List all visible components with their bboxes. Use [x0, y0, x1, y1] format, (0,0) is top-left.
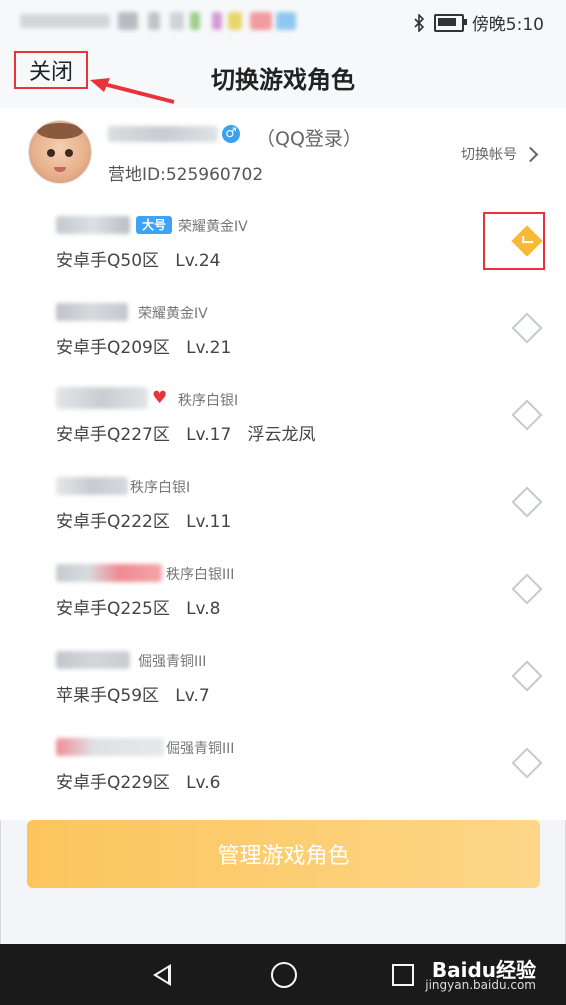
select-diamond-icon[interactable]	[511, 399, 543, 431]
role-name-blurred	[56, 303, 128, 321]
role-server: 安卓手Q225区 Lv.8	[56, 599, 221, 619]
system-nav-bar: Baidu经验 jingyan.baidu.com	[0, 944, 566, 1005]
notification-icon	[212, 12, 222, 30]
role-rank: 荣耀黄金IV	[138, 306, 208, 322]
page-title: 切换游戏角色	[211, 66, 355, 94]
role-name-blurred	[56, 216, 130, 234]
select-diamond-icon[interactable]	[511, 312, 543, 344]
role-name-blurred	[56, 477, 128, 495]
notification-icon	[276, 12, 296, 30]
annotation-highlight-box	[483, 212, 545, 270]
battery-icon	[433, 13, 467, 32]
role-item[interactable]: 秩序白银III 安卓手Q225区 Lv.8	[0, 546, 566, 633]
back-icon[interactable]	[153, 964, 171, 986]
header: 关闭 切换游戏角色	[0, 44, 566, 108]
status-time: 傍晚5:10	[471, 15, 544, 35]
role-rank: 秩序白银I	[130, 480, 191, 496]
notification-icon	[170, 12, 184, 30]
notification-icon	[118, 12, 138, 30]
select-diamond-icon[interactable]	[511, 573, 543, 605]
role-list: 大号 荣耀黄金IV 安卓手Q50区 Lv.24 荣耀黄金IV 安卓手Q209区 …	[0, 198, 566, 820]
select-diamond-icon[interactable]	[511, 660, 543, 692]
role-item[interactable]: 大号 荣耀黄金IV 安卓手Q50区 Lv.24	[0, 198, 566, 285]
account-name-blurred	[108, 126, 218, 142]
login-type: （QQ登录）	[256, 128, 362, 150]
select-diamond-icon[interactable]	[511, 486, 543, 518]
role-rank: 秩序白银I	[178, 393, 239, 409]
camp-id: 营地ID:525960702	[108, 165, 264, 185]
role-rank: 倔强青铜III	[166, 741, 235, 757]
role-server: 苹果手Q59区 Lv.7	[56, 686, 210, 706]
annotation-arrow-close	[90, 78, 175, 104]
chevron-right-icon	[522, 146, 539, 162]
notification-icon	[148, 12, 160, 30]
role-item[interactable]: 秩序白银I 安卓手Q222区 Lv.11	[0, 459, 566, 546]
role-name-blurred	[56, 387, 148, 409]
notification-icon	[190, 12, 200, 30]
bluetooth-icon	[414, 13, 424, 32]
notification-icon	[250, 12, 272, 30]
male-gender-icon: ♂	[222, 125, 240, 143]
main-account-tag: 大号	[136, 216, 172, 234]
heart-icon: ♥	[152, 388, 168, 408]
role-rank: 倔强青铜III	[138, 654, 207, 670]
watermark-url: jingyan.baidu.com	[425, 978, 536, 992]
recent-apps-icon[interactable]	[392, 964, 414, 986]
status-right: 傍晚5:10	[412, 10, 544, 35]
role-server: 安卓手Q229区 Lv.6	[56, 773, 221, 793]
role-item[interactable]: 倔强青铜III 安卓手Q229区 Lv.6	[0, 720, 566, 807]
role-name-blurred	[56, 738, 164, 756]
switch-account-label: 切换帐号	[461, 147, 517, 163]
role-item[interactable]: 荣耀黄金IV 安卓手Q209区 Lv.21	[0, 285, 566, 372]
select-diamond-icon[interactable]	[511, 747, 543, 779]
role-item[interactable]: 倔强青铜III 苹果手Q59区 Lv.7	[0, 633, 566, 720]
role-name-blurred	[56, 651, 130, 669]
notification-icon	[228, 12, 242, 30]
role-server: 安卓手Q209区 Lv.21	[56, 338, 232, 358]
role-server: 安卓手Q50区 Lv.24	[56, 251, 221, 271]
home-icon[interactable]	[271, 962, 297, 988]
status-bar: 傍晚5:10	[0, 0, 566, 44]
notification-icons-blur	[20, 14, 110, 28]
role-item[interactable]: ♥ 秩序白银I 安卓手Q227区 Lv.17 浮云龙凤	[0, 372, 566, 459]
role-server: 安卓手Q222区 Lv.11	[56, 512, 232, 532]
role-rank: 秩序白银III	[166, 567, 235, 583]
switch-account-button[interactable]: 切换帐号	[461, 144, 539, 164]
manage-roles-button[interactable]: 管理游戏角色	[27, 820, 540, 888]
role-name-blurred	[56, 564, 162, 582]
role-rank: 荣耀黄金IV	[178, 219, 248, 235]
role-server: 安卓手Q227区 Lv.17 浮云龙凤	[56, 425, 316, 445]
account-panel: ♂ （QQ登录） 营地ID:525960702 切换帐号	[0, 108, 566, 198]
avatar	[28, 120, 92, 184]
